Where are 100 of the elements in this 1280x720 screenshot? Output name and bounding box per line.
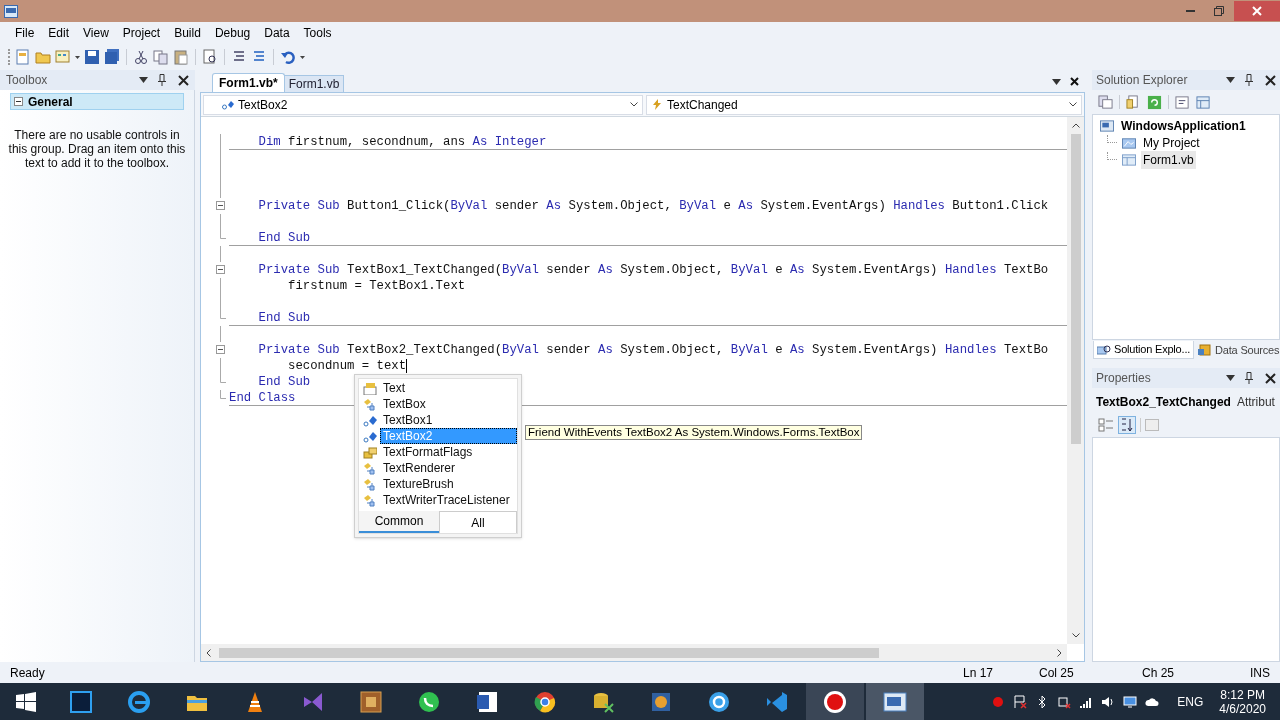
- chevron-down-icon[interactable]: [1071, 633, 1080, 638]
- tree-item[interactable]: My Project: [1141, 133, 1202, 152]
- flag-icon[interactable]: [1013, 694, 1028, 709]
- property-icon: [363, 381, 377, 395]
- code-text: e: [722, 198, 732, 214]
- keyword: As: [598, 262, 613, 278]
- network-icon[interactable]: [1057, 694, 1072, 709]
- taskbar-button[interactable]: [866, 683, 924, 720]
- class-icon: [363, 461, 377, 475]
- menu-item[interactable]: Project: [115, 24, 168, 42]
- menu-item[interactable]: Edit: [41, 24, 77, 42]
- app-icon: [533, 689, 557, 714]
- document-tab[interactable]: Form1.vb*: [212, 73, 285, 92]
- close-icon[interactable]: [1265, 372, 1276, 384]
- empty-group-message: There are no usable controls in this group. Drag an item onto this text to add it to the toolbox.: [7, 128, 187, 170]
- caret-icon[interactable]: [300, 55, 305, 59]
- record-icon[interactable]: [991, 694, 1006, 709]
- completion-tab[interactable]: Common: [359, 511, 439, 533]
- app-icon: [4, 4, 18, 18]
- show-files-icon[interactable]: [1126, 94, 1141, 110]
- completion-item[interactable]: TextBox1: [380, 411, 436, 429]
- language-indicator[interactable]: ENG: [1177, 692, 1204, 711]
- pin-icon[interactable]: [1245, 74, 1253, 86]
- close-icon[interactable]: [1265, 74, 1276, 86]
- copy-icon[interactable]: [153, 49, 169, 65]
- menu-item[interactable]: Data: [257, 24, 297, 42]
- menu-item[interactable]: Tools: [296, 24, 339, 42]
- code-text: TextBo: [1002, 262, 1049, 278]
- windows-icon[interactable]: [16, 691, 36, 712]
- save-icon[interactable]: [84, 49, 100, 65]
- completion-item[interactable]: TextRenderer: [380, 459, 459, 477]
- close-button[interactable]: [1234, 1, 1280, 21]
- pin-icon[interactable]: [158, 74, 166, 86]
- code-text: System.EventArgs): [811, 262, 939, 278]
- tooltip: Friend WithEvents TextBox2 As System.Windows.Forms.TextBox: [525, 425, 863, 440]
- monitor-icon[interactable]: [1123, 694, 1138, 709]
- code-text: secondnum = text: [287, 358, 407, 374]
- object-dropdown[interactable]: TextBox2: [203, 94, 643, 115]
- volume-icon[interactable]: [1101, 694, 1116, 709]
- collapse-icon[interactable]: [14, 97, 23, 106]
- menu-item[interactable]: Build: [167, 24, 208, 42]
- keyword: ByVal: [450, 198, 488, 214]
- code-text: e: [774, 342, 784, 358]
- completion-item[interactable]: TextBox: [380, 395, 429, 413]
- view-designer-icon[interactable]: [1196, 94, 1211, 110]
- dropdown-icon[interactable]: [1226, 77, 1235, 83]
- menu-item[interactable]: Debug: [207, 24, 258, 42]
- code-text: System.EventArgs): [759, 198, 887, 214]
- event-dropdown[interactable]: TextChanged: [646, 94, 1082, 115]
- chevron-up-icon[interactable]: [1071, 123, 1080, 128]
- completion-item[interactable]: TextFormatFlags: [380, 443, 476, 461]
- keyword: End Class: [229, 390, 296, 406]
- properties-icon[interactable]: [1098, 94, 1113, 110]
- find-icon[interactable]: [202, 49, 218, 65]
- dropdown-icon[interactable]: [1226, 375, 1235, 381]
- cut-icon[interactable]: [133, 49, 149, 65]
- code-text: sender: [545, 342, 592, 358]
- completion-item[interactable]: Text: [380, 379, 408, 397]
- view-code-icon[interactable]: [1175, 94, 1190, 110]
- clock[interactable]: 8:12 PM 4/6/2020: [1219, 687, 1266, 716]
- close-icon[interactable]: [178, 74, 189, 86]
- code-text: TextBox2_TextChanged(: [346, 342, 503, 358]
- vertical-scrollbar[interactable]: [1067, 117, 1084, 644]
- paste-icon[interactable]: [173, 49, 189, 65]
- toolbox-group[interactable]: General: [10, 93, 184, 110]
- menu-item[interactable]: File: [8, 24, 42, 42]
- save-all-icon[interactable]: [104, 49, 120, 65]
- tree-item[interactable]: Form1.vb: [1141, 150, 1196, 169]
- collapse-icon[interactable]: [216, 345, 225, 354]
- dropdown-icon[interactable]: [139, 77, 148, 83]
- close-icon[interactable]: [1070, 77, 1079, 86]
- app-icon: [127, 689, 151, 714]
- sort-alphabetical-icon[interactable]: [1118, 416, 1136, 434]
- code-text: firstnum = TextBox1.Text: [287, 278, 466, 294]
- completion-item[interactable]: TextWriterTraceListener: [380, 491, 513, 509]
- restore-button[interactable]: [1214, 6, 1224, 16]
- collapse-icon[interactable]: [216, 201, 225, 210]
- categorized-icon[interactable]: [1098, 417, 1114, 433]
- dropdown-icon[interactable]: [1052, 79, 1061, 85]
- pin-icon[interactable]: [1245, 372, 1253, 384]
- tree-item[interactable]: WindowsApplication1: [1119, 116, 1248, 135]
- magnifier-icon: [1097, 343, 1111, 356]
- settings-icon: [1121, 135, 1137, 150]
- panel-tab[interactable]: Solution Explo...: [1093, 341, 1195, 359]
- document-tab[interactable]: Form1.vb: [283, 75, 345, 92]
- completion-item[interactable]: TextureBrush: [380, 475, 457, 493]
- undo-icon[interactable]: [280, 49, 296, 65]
- app-icon: [475, 689, 499, 714]
- column-number: Col 25: [1039, 664, 1075, 682]
- horizontal-scrollbar[interactable]: [201, 644, 1067, 661]
- panel-tab[interactable]: Data Sources: [1195, 341, 1280, 359]
- chevron-left-icon[interactable]: [206, 648, 211, 657]
- caret-icon[interactable]: [75, 55, 80, 59]
- completion-tab[interactable]: All: [439, 511, 517, 533]
- chevron-right-icon[interactable]: [1057, 648, 1062, 657]
- app-icon: [417, 689, 441, 714]
- object-selector[interactable]: TextBox2_TextChanged Attribut: [1092, 391, 1280, 413]
- collapse-icon[interactable]: [216, 265, 225, 274]
- menu-item[interactable]: View: [76, 24, 116, 42]
- taskbar-button[interactable]: [806, 683, 864, 720]
